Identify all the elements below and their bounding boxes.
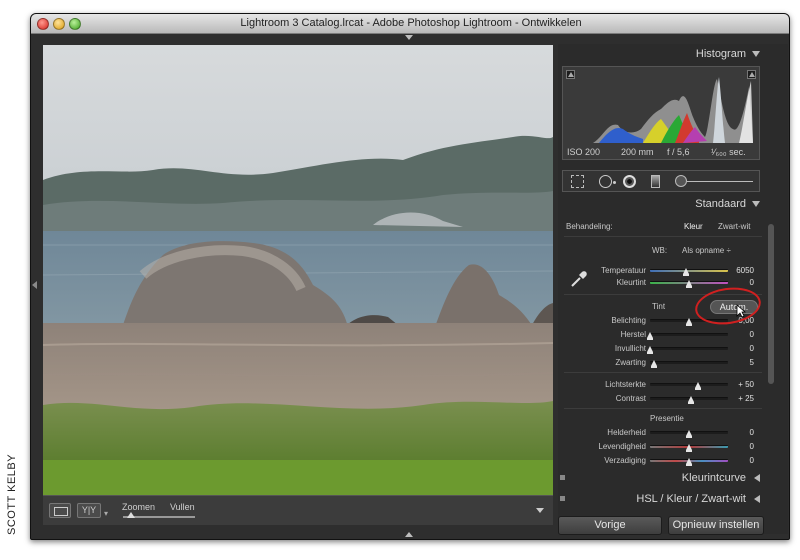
collapse-icon	[752, 51, 760, 57]
before-after-button[interactable]: Y|Y	[77, 503, 101, 518]
aperture-value: f / 5,6	[667, 147, 690, 157]
blacks-slider-thumb[interactable]	[650, 360, 657, 368]
standard-header-label: Standaard	[695, 198, 746, 210]
treatment-color-option[interactable]: Kleur	[684, 222, 703, 231]
tint-slider-thumb[interactable]	[686, 280, 692, 288]
vibrance-value[interactable]: 0	[724, 442, 754, 451]
focal-length-value: 200 mm	[621, 147, 654, 157]
toolbar-menu-icon[interactable]	[536, 508, 544, 513]
graduated-filter-icon[interactable]	[651, 175, 660, 188]
mouse-cursor-icon	[736, 304, 746, 318]
panel-toggle-icon[interactable]	[560, 496, 565, 501]
divider	[564, 408, 762, 409]
title-bar: Lightroom 3 Catalog.lrcat - Adobe Photos…	[31, 14, 789, 34]
fill-light-value[interactable]: 0	[724, 344, 754, 353]
iso-value: ISO 200	[567, 147, 601, 157]
contrast-label: Contrast	[615, 394, 646, 403]
recovery-label: Herstel	[620, 330, 646, 339]
clarity-slider-thumb[interactable]	[686, 430, 692, 438]
expand-icon	[754, 495, 760, 503]
zoom-slider-thumb[interactable]	[127, 512, 135, 518]
window-title: Lightroom 3 Catalog.lrcat - Adobe Photos…	[240, 17, 582, 29]
photographer-credit: SCOTT KELBY	[6, 453, 18, 535]
contrast-slider-thumb[interactable]	[687, 396, 694, 404]
shutter-value: ¹⁄₆₀₀ sec.	[711, 147, 746, 157]
tone-curve-header[interactable]: Kleurintcurve	[558, 470, 764, 487]
standard-header[interactable]: Standaard	[558, 196, 764, 213]
recovery-slider[interactable]	[650, 333, 728, 336]
vibrance-label: Levendigheid	[598, 442, 646, 451]
lightroom-window: Lightroom 3 Catalog.lrcat - Adobe Photos…	[30, 13, 790, 540]
recovery-value[interactable]: 0	[724, 330, 754, 339]
before-after-dropdown-icon[interactable]: ▾	[104, 509, 108, 518]
histogram-header[interactable]: Histogram	[558, 46, 764, 63]
reset-button[interactable]: Opnieuw instellen	[668, 516, 764, 535]
brightness-label: Lichtsterkte	[605, 380, 646, 389]
adjustment-brush-icon[interactable]	[675, 175, 687, 187]
blacks-value[interactable]: 5	[724, 358, 754, 367]
tone-label: Tint	[652, 302, 666, 311]
treatment-label: Behandeling:	[566, 222, 613, 231]
fill-light-label: Invullicht	[614, 344, 646, 353]
temperature-label: Temperatuur	[601, 266, 646, 275]
saturation-slider-thumb[interactable]	[686, 458, 692, 466]
blacks-slider[interactable]	[650, 361, 728, 364]
presence-label: Presentie	[650, 414, 684, 423]
wb-select[interactable]: Als opname ÷	[682, 246, 731, 255]
tool-strip	[562, 170, 760, 192]
blacks-label: Zwarting	[615, 358, 646, 367]
hsl-header-label: HSL / Kleur / Zwart-wit	[636, 493, 746, 505]
crop-icon[interactable]	[571, 175, 584, 188]
vibrance-slider-thumb[interactable]	[686, 444, 692, 452]
divider	[564, 236, 762, 237]
clarity-value[interactable]: 0	[724, 428, 754, 437]
contrast-value[interactable]: + 25	[724, 394, 754, 403]
previous-button[interactable]: Vorige	[558, 516, 662, 535]
temperature-slider-thumb[interactable]	[682, 268, 689, 276]
brush-slider-line	[687, 181, 753, 182]
preview-toolbar: Y|Y ▾ Zoomen Vullen	[43, 495, 553, 525]
brightness-value[interactable]: + 50	[724, 380, 754, 389]
treatment-bw-option[interactable]: Zwart-wit	[718, 222, 750, 231]
spot-removal-icon[interactable]	[599, 175, 616, 188]
brightness-slider-thumb[interactable]	[695, 382, 702, 390]
panel-toggle-icon[interactable]	[560, 475, 565, 480]
panel-scrollbar[interactable]	[768, 224, 774, 384]
histogram: ISO 200 200 mm f / 5,6 ¹⁄₆₀₀ sec.	[562, 66, 760, 160]
fill-light-slider-thumb[interactable]	[647, 346, 653, 354]
tint-value[interactable]: 0	[724, 278, 754, 287]
saturation-value[interactable]: 0	[724, 456, 754, 465]
recovery-slider-thumb[interactable]	[647, 332, 653, 340]
hsl-header[interactable]: HSL / Kleur / Zwart-wit	[558, 491, 764, 508]
loupe-view-button[interactable]	[49, 503, 71, 518]
saturation-label: Verzadiging	[604, 456, 646, 465]
wb-label: WB:	[652, 246, 668, 255]
tint-label: Kleurtint	[616, 278, 646, 287]
collapse-icon	[752, 201, 760, 207]
fill-label: Vullen	[170, 502, 195, 512]
tone-curve-header-label: Kleurintcurve	[681, 472, 746, 484]
fill-light-slider[interactable]	[650, 347, 728, 350]
clarity-label: Helderheid	[607, 428, 646, 437]
top-panel-toggle-icon[interactable]	[405, 35, 413, 40]
temperature-value[interactable]: 6050	[724, 266, 754, 275]
exposure-label: Belichting	[611, 316, 646, 325]
filmstrip-toggle-icon[interactable]	[405, 532, 413, 537]
brightness-slider[interactable]	[650, 383, 728, 386]
photo-preview[interactable]	[43, 45, 553, 495]
left-panel-toggle-icon[interactable]	[32, 281, 37, 289]
temperature-slider[interactable]	[650, 269, 728, 272]
histogram-header-label: Histogram	[695, 48, 746, 60]
right-panel: Histogram ISO 200 200 mm f / 5,6 ¹⁄₆₀₀ s…	[558, 44, 788, 535]
divider	[564, 372, 762, 373]
red-eye-icon[interactable]	[623, 175, 636, 188]
basic-panel: Behandeling: Kleur Zwart-wit WB: Als opn…	[558, 214, 764, 472]
exposure-slider-thumb[interactable]	[686, 318, 692, 326]
expand-icon	[754, 474, 760, 482]
zoom-label: Zoomen	[122, 502, 156, 512]
